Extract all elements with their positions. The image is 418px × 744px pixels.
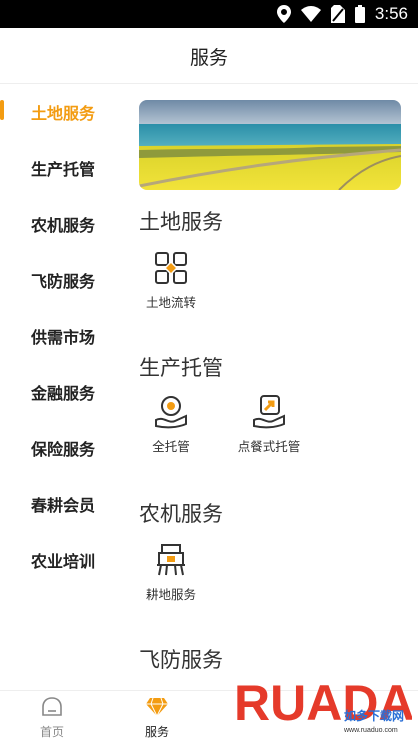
- service-label: 土地流转: [145, 295, 196, 310]
- section-title-aerial: 飞防服务: [139, 648, 223, 672]
- service-label: 点餐式托管: [237, 439, 301, 454]
- sidebar-item-aerial-defense[interactable]: 飞防服务: [0, 258, 125, 298]
- watermark-url: www.ruaduo.com: [343, 727, 398, 734]
- home-icon: [42, 697, 62, 716]
- section-title-machinery: 农机服务: [139, 502, 223, 526]
- sidebar-item-land[interactable]: 土地服务: [0, 90, 125, 130]
- sidebar-item-label: 金融服务: [31, 384, 96, 403]
- sidebar-item-market[interactable]: 供需市场: [0, 314, 125, 354]
- service-full-custody[interactable]: 全托管: [126, 394, 216, 455]
- sidebar-item-label: 飞防服务: [31, 272, 96, 291]
- sidebar-item-label: 保险服务: [31, 440, 96, 459]
- sidebar-item-production-custody[interactable]: 生产托管: [0, 146, 125, 186]
- sidebar-item-finance[interactable]: 金融服务: [0, 370, 125, 410]
- tab-label: 服务: [144, 725, 169, 739]
- sidebar-item-label: 春耕会员: [31, 496, 96, 515]
- sidebar-item-label: 农业培训: [31, 552, 96, 571]
- tab-home[interactable]: 首页: [22, 697, 82, 740]
- wifi-icon: [300, 6, 321, 22]
- menu-custody-icon: [251, 394, 287, 430]
- land-transfer-icon: [153, 250, 189, 286]
- battery-icon: [354, 5, 365, 23]
- sidebar-item-label: 生产托管: [31, 160, 96, 179]
- service-land-transfer[interactable]: 土地流转: [126, 250, 216, 311]
- diamond-icon: [146, 697, 168, 718]
- banner-image[interactable]: [139, 100, 401, 190]
- sidebar-item-label: 供需市场: [31, 328, 96, 347]
- section-title-production: 生产托管: [139, 356, 223, 380]
- category-sidebar: 土地服务 生产托管 农机服务 飞防服务 供需市场 金融服务 保险服务 春耕会员 …: [0, 84, 125, 690]
- active-marker: [0, 100, 4, 120]
- sidebar-item-training[interactable]: 农业培训: [0, 538, 125, 578]
- section-title-land: 土地服务: [139, 210, 223, 234]
- status-bar: 3:56: [0, 0, 418, 28]
- service-menu-custody[interactable]: 点餐式托管: [224, 394, 314, 455]
- tab-service[interactable]: 服务: [127, 697, 187, 740]
- sidebar-item-machinery[interactable]: 农机服务: [0, 202, 125, 242]
- sidebar-item-insurance[interactable]: 保险服务: [0, 426, 125, 466]
- status-time: 3:56: [374, 4, 408, 23]
- full-custody-icon: [153, 394, 189, 430]
- location-icon: [276, 5, 291, 23]
- service-label: 全托管: [152, 439, 190, 454]
- no-sim-icon: [330, 5, 345, 23]
- watermark-tagline: 如多下载网: [344, 708, 404, 723]
- sidebar-item-label: 农机服务: [31, 216, 96, 235]
- sidebar-item-label: 土地服务: [31, 104, 96, 123]
- sidebar-item-membership[interactable]: 春耕会员: [0, 482, 125, 522]
- page-title: 服务: [189, 47, 228, 69]
- app-header: 服务: [0, 28, 418, 84]
- watermark-logo: RUADAO 如多下载网 www.ruaduo.com: [232, 668, 418, 740]
- service-plowing[interactable]: 耕地服务: [126, 542, 216, 603]
- service-label: 耕地服务: [145, 587, 196, 602]
- tab-label: 首页: [39, 725, 64, 739]
- tractor-icon: [153, 542, 189, 578]
